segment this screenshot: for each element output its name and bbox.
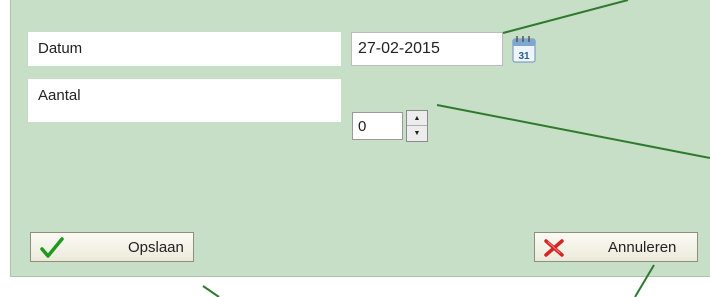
annotation-line-calendar xyxy=(502,0,629,34)
annotation-line-stepper xyxy=(436,104,710,159)
annotation-line-save xyxy=(202,285,220,297)
annotation-line-cancel xyxy=(634,264,655,297)
annotation-lines xyxy=(202,0,710,297)
